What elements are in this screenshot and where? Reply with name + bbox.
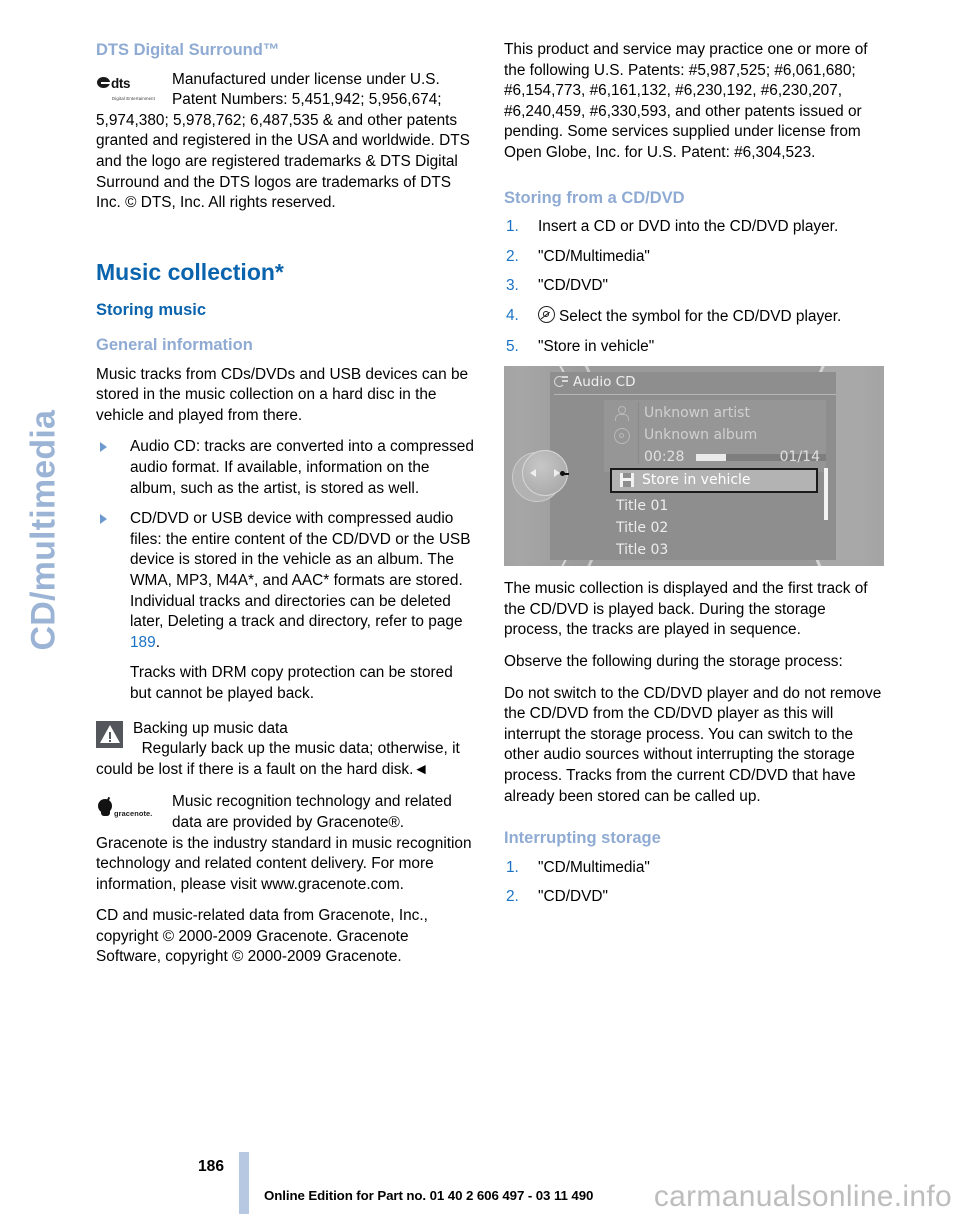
bullet-text-suffix: . <box>155 633 160 651</box>
step-number: 2. <box>506 888 519 906</box>
save-disk-icon <box>620 473 634 488</box>
general-information-heading: General information <box>96 336 253 354</box>
album-label: Unknown album <box>644 427 758 444</box>
gracenote-copyright-text: CD and music-related data from Gracenote… <box>96 907 428 966</box>
cd-disc-icon <box>538 305 555 323</box>
step-number: 5. <box>506 337 519 355</box>
warning-note-body: Regularly back up the music data; otherw… <box>96 740 460 778</box>
artist-icon <box>614 406 629 422</box>
idrive-header-label: Audio CD <box>573 374 636 391</box>
step-text: Select the symbol for the CD/DVD player. <box>559 307 842 325</box>
list-scrollbar[interactable] <box>824 468 828 521</box>
track-list-item[interactable]: Title 02 <box>616 520 668 536</box>
page-number: 186 <box>198 1158 225 1175</box>
dts-license-paragraph: dts Digital Entertainment Manufactured u… <box>96 70 476 214</box>
track-list-item[interactable]: Title 01 <box>616 498 668 514</box>
warning-note: Backing up music data Regularly back up … <box>96 719 476 781</box>
list-item: CD/DVD or USB device with compressed aud… <box>96 509 476 653</box>
list-item: 5. "Store in vehicle" <box>504 337 884 358</box>
step-number: 1. <box>506 218 519 236</box>
step-text: "Store in vehicle" <box>538 337 655 355</box>
page-reference-link[interactable]: 189 <box>130 634 156 651</box>
step-text: "CD/Multimedia" <box>538 858 650 876</box>
list-item: 1. Insert a CD or DVD into the CD/DVD pl… <box>504 217 884 238</box>
footer-accent-bar <box>239 1152 249 1214</box>
left-arrow-icon <box>530 469 536 478</box>
edition-text: Online Edition for Part no. 01 40 2 606 … <box>264 1188 594 1203</box>
dts-logo: dts Digital Entertainment <box>96 70 168 111</box>
elapsed-time: 00:28 <box>644 449 685 466</box>
store-in-vehicle-menu-item[interactable]: Store in vehicle <box>610 468 818 494</box>
track-list-item[interactable]: Title 03 <box>616 542 668 558</box>
step-number: 1. <box>506 858 519 876</box>
chapter-side-tab-label: CD/multimedia <box>24 409 63 651</box>
interrupting-storage-heading: Interrupting storage <box>504 829 661 848</box>
list-item: 2. "CD/Multimedia" <box>504 247 884 268</box>
bullet-text: CD/DVD or USB device with compressed aud… <box>130 510 471 631</box>
storing-steps-list: 1. Insert a CD or DVD into the CD/DVD pl… <box>504 217 884 357</box>
interrupting-steps-list: 1. "CD/Multimedia" 2. "CD/DVD" <box>504 858 884 908</box>
step-number: 4. <box>506 306 519 324</box>
after-image-text-1: The music collection is displayed and th… <box>504 580 868 639</box>
now-playing-info: Unknown artist Unknown album 00:28 01/14 <box>604 400 826 473</box>
storage-bullet-list: Audio CD: tracks are converted into a co… <box>96 437 476 653</box>
audio-cd-icon <box>554 375 569 388</box>
step-number: 3. <box>506 277 519 295</box>
album-disc-icon <box>614 428 630 445</box>
list-item: 1. "CD/Multimedia" <box>504 858 884 879</box>
store-in-vehicle-label: Store in vehicle <box>642 472 751 489</box>
right-column: This product and service may practice on… <box>504 40 884 917</box>
idrive-header: Audio CD <box>554 374 635 390</box>
gracenote-paragraph: gracenote. Music recognition technology … <box>96 792 476 895</box>
track-counter: 01/14 <box>779 449 820 466</box>
list-item: 4. Select the symbol for the CD/DVD play… <box>504 305 884 328</box>
gracenote-logo-word: gracenote. <box>114 809 153 819</box>
callout-pointer <box>560 469 570 479</box>
list-item: Audio CD: tracks are converted into a co… <box>96 437 476 499</box>
patents-text: This product and service may practice on… <box>504 41 868 161</box>
step-text: "CD/DVD" <box>538 277 608 295</box>
triangle-bullet-icon <box>100 442 107 453</box>
chapter-side-tab: CD/multimedia <box>0 0 72 1140</box>
after-image-text-2: Observe the following during the storage… <box>504 652 843 670</box>
album-row: Unknown album <box>604 424 826 446</box>
after-image-text-3: Do not switch to the CD/DVD player and d… <box>504 684 882 805</box>
list-item: 3. "CD/DVD" <box>504 276 884 297</box>
step-number: 2. <box>506 247 519 265</box>
dts-emblem-icon <box>97 76 110 88</box>
dts-logo-tagline: Digital Entertainment <box>112 95 156 101</box>
bullet-text: Audio CD: tracks are converted into a co… <box>130 438 474 497</box>
site-watermark: carmanualsonline.info <box>653 1180 952 1213</box>
music-collection-heading: Music collection* <box>96 258 284 285</box>
storing-music-heading: Storing music <box>96 301 207 320</box>
dts-heading: DTS Digital Surround™ <box>96 41 280 59</box>
step-text: "CD/Multimedia" <box>538 247 650 265</box>
warning-triangle-icon <box>96 720 123 748</box>
left-column: DTS Digital Surround™ dts Digital Entert… <box>96 40 476 979</box>
idrive-screenshot-figure: Audio CD Unknown artist Unknown album 00… <box>504 366 884 567</box>
artist-row: Unknown artist <box>604 402 826 424</box>
general-information-text: Music tracks from CDs/DVDs and USB devic… <box>96 365 469 424</box>
gracenote-logo: gracenote. <box>96 792 168 833</box>
warning-note-title: Backing up music data <box>133 719 288 737</box>
step-text: Insert a CD or DVD into the CD/DVD playe… <box>538 218 839 236</box>
list-item: 2. "CD/DVD" <box>504 887 884 908</box>
triangle-bullet-icon <box>100 514 107 525</box>
step-text: "CD/DVD" <box>538 888 608 906</box>
storing-from-cd-dvd-heading: Storing from a CD/DVD <box>504 188 685 207</box>
header-divider <box>554 394 836 396</box>
artist-label: Unknown artist <box>644 405 750 422</box>
playback-progress-row: 00:28 01/14 <box>604 446 826 468</box>
idrive-screen: Audio CD Unknown artist Unknown album 00… <box>550 372 836 561</box>
drm-note-text: Tracks with DRM copy protection can be s… <box>130 664 453 702</box>
